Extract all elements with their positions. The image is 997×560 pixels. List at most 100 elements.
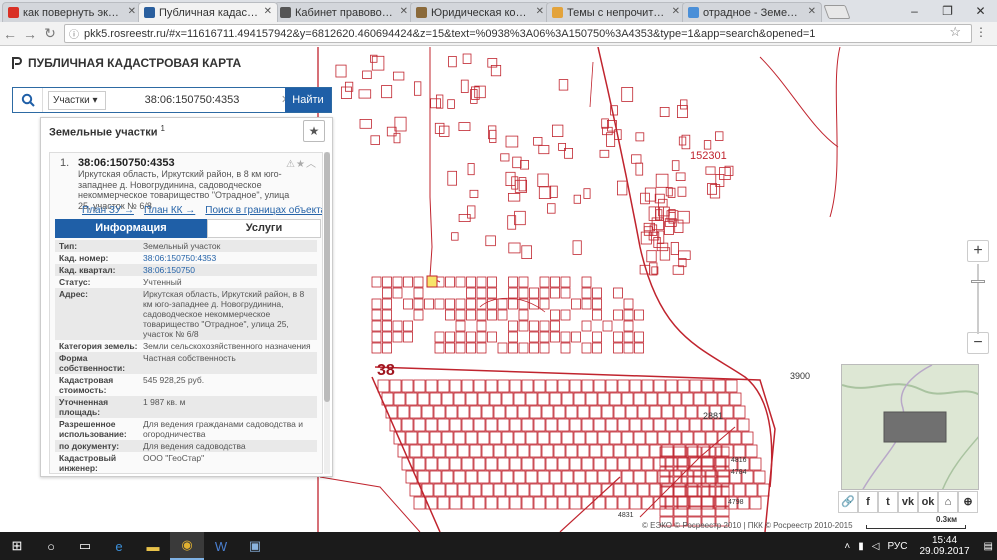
parcel[interactable]: [473, 418, 486, 432]
parcel[interactable]: [641, 457, 654, 471]
parcel[interactable]: [545, 418, 558, 432]
parcel[interactable]: [451, 232, 459, 241]
parcel[interactable]: [637, 405, 650, 419]
parcel[interactable]: [371, 320, 382, 332]
minimap-viewport[interactable]: [883, 411, 947, 443]
parcel[interactable]: [487, 309, 497, 321]
parcel[interactable]: [392, 331, 403, 343]
parcel[interactable]: [609, 392, 622, 406]
parcel[interactable]: [545, 379, 558, 393]
parcel[interactable]: [489, 470, 502, 484]
parcel[interactable]: [533, 137, 543, 146]
parcel[interactable]: [592, 298, 602, 310]
parcel[interactable]: [476, 331, 487, 343]
parcel[interactable]: [433, 405, 446, 419]
parcel[interactable]: [623, 309, 634, 321]
parcel[interactable]: [460, 79, 469, 93]
parcel[interactable]: [625, 405, 638, 419]
parcel[interactable]: [687, 476, 702, 487]
parcel[interactable]: [413, 418, 426, 432]
parcel[interactable]: [449, 379, 462, 393]
parcel[interactable]: [625, 444, 638, 458]
parcel[interactable]: [560, 309, 571, 321]
browser-tab[interactable]: Кабинет правовой зап✕: [274, 2, 414, 22]
parcel[interactable]: [565, 405, 578, 419]
parcel[interactable]: [571, 331, 581, 343]
parcel[interactable]: [601, 483, 614, 497]
parcel[interactable]: [517, 405, 530, 419]
volume-icon[interactable]: ◁: [872, 541, 880, 552]
parcel[interactable]: [677, 379, 690, 393]
parcel[interactable]: [429, 392, 442, 406]
parcel[interactable]: [413, 287, 424, 299]
network-app-icon[interactable]: ▣: [238, 532, 272, 560]
parcel[interactable]: [617, 496, 630, 510]
parcel[interactable]: [569, 457, 582, 471]
parcel[interactable]: [550, 287, 560, 299]
parcel[interactable]: [533, 379, 546, 393]
parcel[interactable]: [689, 418, 702, 432]
parcel[interactable]: [517, 483, 530, 497]
browser-tab-active[interactable]: Публичная кадастровая✕: [138, 2, 278, 22]
close-window-icon[interactable]: ✕: [964, 0, 997, 22]
parcel[interactable]: [529, 405, 542, 419]
parcel[interactable]: [497, 496, 510, 510]
favorite-star-icon[interactable]: ★: [303, 120, 325, 142]
parcel[interactable]: [634, 342, 644, 354]
address-bar[interactable]: ⓘ pkk5.rosreestr.ru/#x=11616711.494157942…: [64, 24, 972, 43]
parcel[interactable]: [445, 309, 455, 321]
parcel[interactable]: [725, 379, 738, 393]
parcel[interactable]: [389, 379, 402, 393]
close-tab-icon[interactable]: ✕: [808, 6, 816, 17]
parcel[interactable]: [405, 431, 418, 445]
parcel[interactable]: [382, 331, 392, 343]
network-icon[interactable]: ▮: [858, 541, 864, 552]
parcel[interactable]: [521, 496, 534, 510]
parcel[interactable]: [445, 298, 455, 310]
parcel[interactable]: [476, 342, 487, 354]
parcel[interactable]: [677, 210, 690, 224]
parcel[interactable]: [553, 444, 566, 458]
parcel[interactable]: [518, 309, 529, 321]
parcel[interactable]: [434, 342, 445, 354]
parcel[interactable]: [715, 446, 730, 457]
parcel[interactable]: [649, 444, 662, 458]
parcel[interactable]: [371, 276, 382, 288]
parcel[interactable]: [461, 496, 474, 510]
maximize-icon[interactable]: ❐: [931, 0, 964, 22]
parcel[interactable]: [497, 457, 510, 471]
parcel[interactable]: [737, 418, 750, 432]
parcel[interactable]: [573, 194, 581, 204]
parcel[interactable]: [485, 235, 496, 247]
parcel[interactable]: [641, 496, 654, 510]
parcel[interactable]: [493, 483, 506, 497]
parcel[interactable]: [518, 276, 529, 288]
parcel[interactable]: [557, 379, 570, 393]
parcel[interactable]: [581, 457, 594, 471]
zoom-out-button[interactable]: −: [967, 332, 989, 354]
parcel[interactable]: [525, 392, 538, 406]
parcel[interactable]: [549, 470, 562, 484]
parcel[interactable]: [541, 405, 554, 419]
parcel[interactable]: [382, 320, 392, 332]
parcel[interactable]: [589, 483, 602, 497]
parcel[interactable]: [521, 457, 534, 471]
search-category-select[interactable]: Участки ▾: [48, 90, 106, 110]
parcel[interactable]: [382, 276, 392, 288]
parcel[interactable]: [613, 309, 623, 321]
parcel[interactable]: [513, 392, 526, 406]
parcel[interactable]: [657, 431, 670, 445]
info-icon[interactable]: ⓘ: [69, 26, 79, 41]
parcel[interactable]: [537, 470, 550, 484]
parcel[interactable]: [487, 287, 497, 299]
parcel[interactable]: [581, 287, 592, 299]
parcel[interactable]: [717, 392, 730, 406]
parcel[interactable]: [481, 444, 494, 458]
parcel[interactable]: [447, 99, 455, 109]
parcel[interactable]: [693, 392, 706, 406]
parcel[interactable]: [489, 431, 502, 445]
parcel[interactable]: [392, 320, 403, 332]
parcel[interactable]: [501, 431, 514, 445]
parcel[interactable]: [425, 418, 438, 432]
parcel[interactable]: [545, 457, 558, 471]
